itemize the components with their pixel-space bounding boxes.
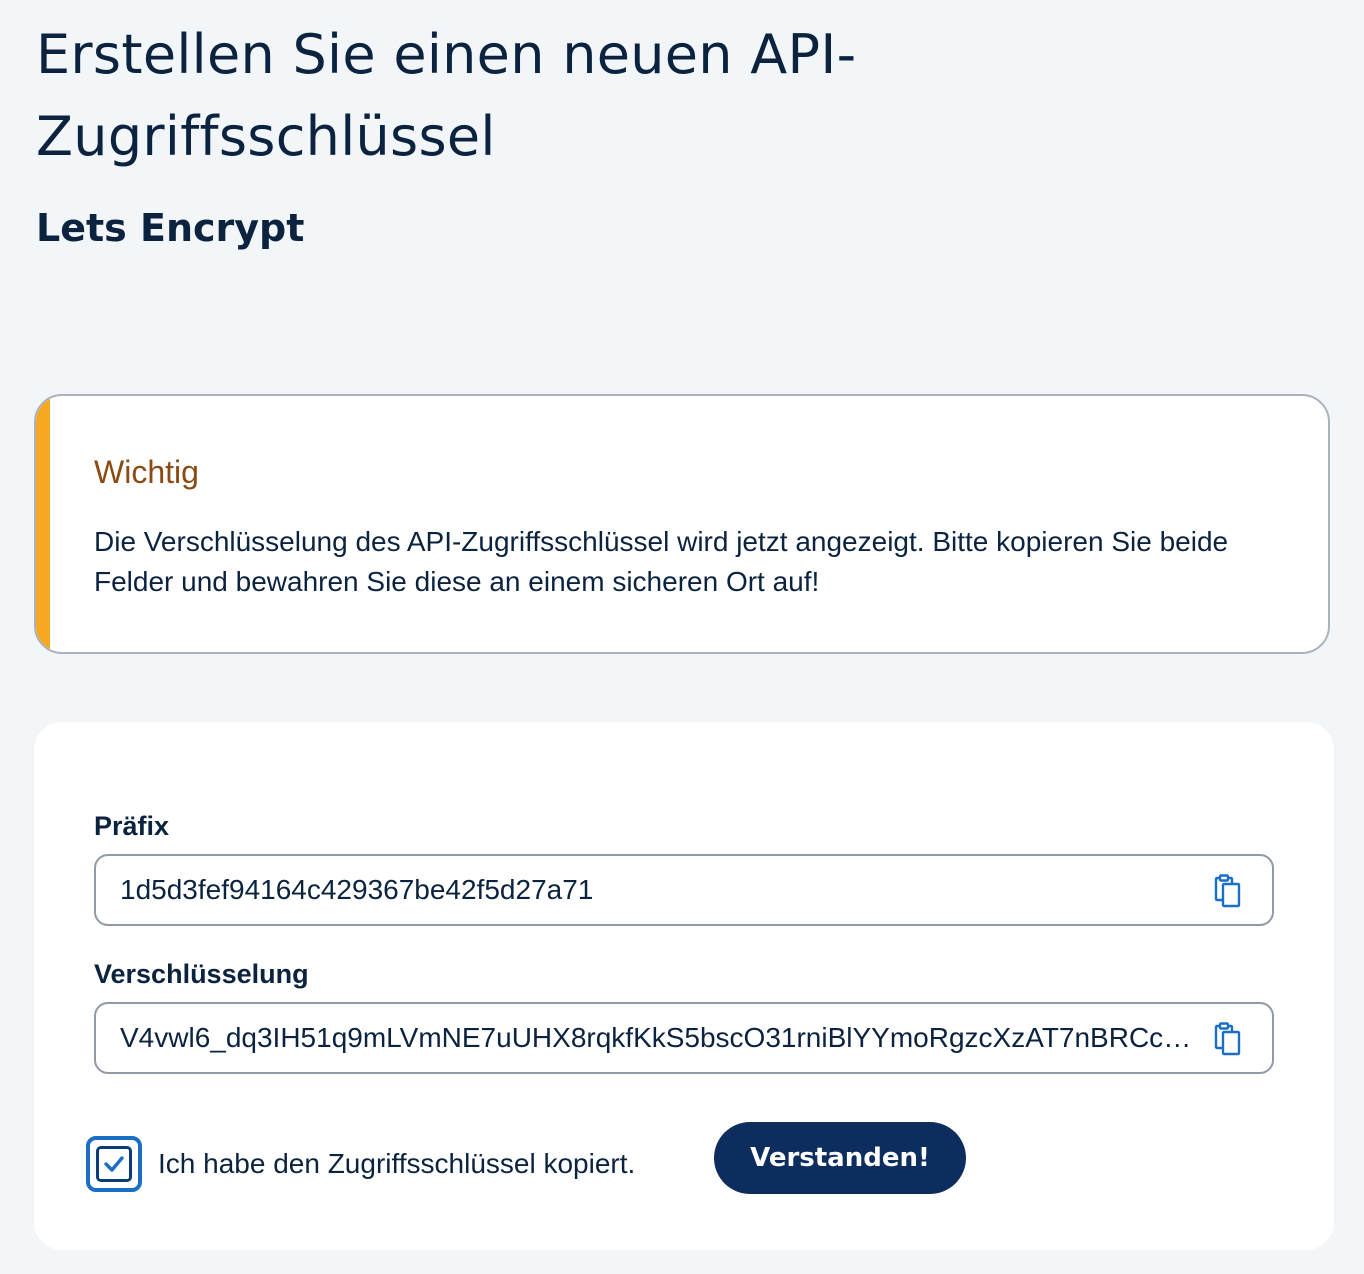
- encryption-field[interactable]: V4vwl6_dq3IH51q9mLVmNE7uUHX8rqkfKkS5bscO…: [94, 1002, 1274, 1074]
- checkbox-box: [96, 1146, 132, 1182]
- confirm-label[interactable]: Ich habe den Zugriffsschlüssel kopiert.: [158, 1144, 635, 1184]
- notice-accent-bar: [36, 396, 50, 652]
- understood-button[interactable]: Verstanden!: [714, 1122, 966, 1194]
- encryption-label: Verschlüsselung: [94, 959, 309, 989]
- page-title: Erstellen Sie einen neuen API-Zugriffssc…: [36, 23, 857, 168]
- copy-icon[interactable]: [1214, 874, 1242, 908]
- confirm-checkbox[interactable]: [86, 1136, 142, 1192]
- api-key-card: Präfix 1d5d3fef94164c429367be42f5d27a71 …: [34, 722, 1334, 1250]
- prefix-label: Präfix: [94, 811, 170, 841]
- encryption-value[interactable]: V4vwl6_dq3IH51q9mLVmNE7uUHX8rqkfKkS5bscO…: [120, 1004, 1202, 1072]
- copy-icon-graphic: [1214, 874, 1241, 908]
- checkmark-icon: [104, 1156, 124, 1172]
- copy-icon-graphic: [1214, 1022, 1241, 1056]
- copy-icon[interactable]: [1214, 1022, 1242, 1056]
- prefix-field[interactable]: 1d5d3fef94164c429367be42f5d27a71: [94, 854, 1274, 926]
- notice-text: Die Verschlüsselung des API-Zugriffsschl…: [94, 526, 1229, 597]
- page-subtitle: Lets Encrypt: [36, 206, 305, 250]
- important-notice: Wichtig Die Verschlüsselung des API-Zugr…: [34, 394, 1330, 654]
- prefix-value[interactable]: 1d5d3fef94164c429367be42f5d27a71: [120, 856, 1202, 924]
- notice-title: Wichtig: [94, 454, 199, 490]
